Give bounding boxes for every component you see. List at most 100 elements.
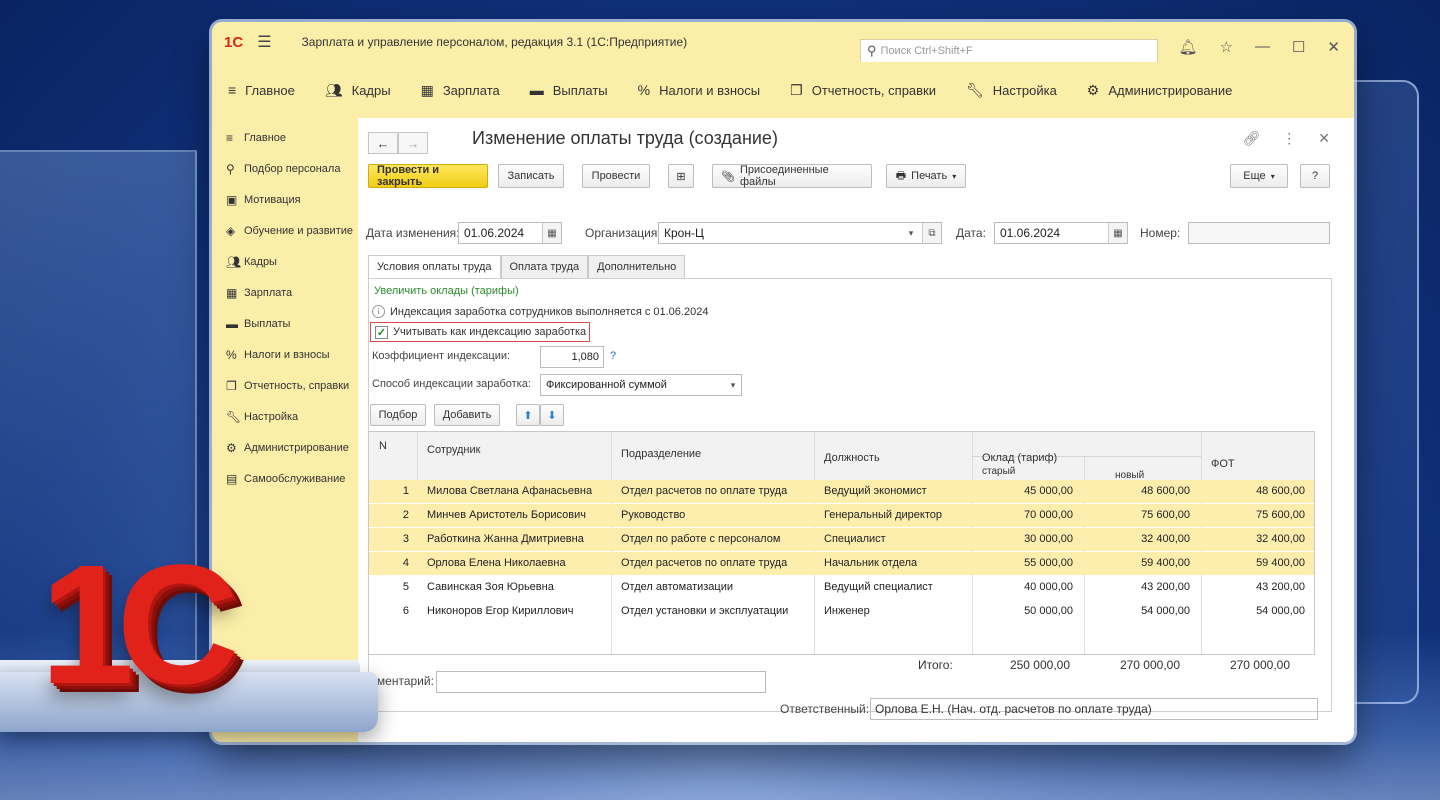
increase-salaries-link[interactable]: Увеличить оклады (тарифы) (374, 285, 519, 297)
main-menu-item-kadry[interactable]: 👥︎ Кадры (325, 82, 391, 99)
sidebar-item-nalogi[interactable]: % Налоги и взносы (212, 339, 358, 370)
chevron-down-icon[interactable]: ▾ (903, 223, 919, 243)
post-and-close-button[interactable]: Провести и закрыть (368, 164, 488, 188)
help-button[interactable]: ? (1300, 164, 1330, 188)
more-button[interactable]: Еще ▾ (1230, 164, 1288, 188)
total-old: 250 000,00 (1009, 658, 1070, 672)
coefficient-field[interactable]: 1,080 (540, 346, 604, 368)
main-menu-item-zarplata[interactable]: ▦ Зарплата (421, 82, 500, 99)
column-header-n[interactable]: N (379, 440, 387, 452)
comment-field[interactable] (436, 671, 766, 693)
sidebar-item-kadry[interactable]: 👥︎ Кадры (212, 246, 358, 277)
forward-button[interactable]: → (398, 132, 428, 154)
responsible-value: Орлова Е.Н. (Нач. отд. расчетов по оплат… (875, 702, 1152, 716)
move-down-button[interactable]: ⬇ (540, 404, 564, 426)
table-row[interactable]: 4 Орлова Елена Николаевна Отдел расчетов п… (369, 552, 1314, 575)
self-service-icon: ▤ (226, 471, 238, 486)
sidebar-item-zarplata[interactable]: ▦ Зарплата (212, 277, 358, 308)
cell-position: Специалист (824, 533, 886, 545)
minimize-icon[interactable]: — (1255, 38, 1270, 56)
table-row[interactable]: 5 Савинская Зоя Юрьевна Отдел автоматизаци… (369, 576, 1314, 599)
hamburger-icon[interactable]: ☰ (257, 32, 271, 52)
more-vertical-icon[interactable]: ⋮ (1282, 130, 1296, 147)
tab-payment[interactable]: Оплата труда (500, 255, 589, 278)
column-header-department[interactable]: Подразделение (621, 448, 701, 460)
back-button[interactable]: ← (368, 132, 398, 154)
main-menu-item-vyplaty[interactable]: ▬ Выплаты (530, 82, 608, 98)
close-form-icon[interactable]: ✕ (1318, 130, 1330, 147)
change-date-field[interactable]: 01.06.2024 ▦ (458, 222, 562, 244)
sidebar-item-nastroyka[interactable]: 🔧︎ Настройка (212, 401, 358, 432)
sidebar-item-obuchenie[interactable]: ◈ Обучение и развитие (212, 215, 358, 246)
organization-field[interactable]: Крон-Ц ▾ ⧉ (658, 222, 942, 244)
link-icon[interactable]: 🔗︎ (1242, 130, 1260, 147)
date-field[interactable]: 01.06.2024 ▦ (994, 222, 1128, 244)
column-header-employee[interactable]: Сотрудник (427, 444, 480, 456)
cell-fot: 75 600,00 (1256, 509, 1305, 521)
open-icon[interactable]: ⧉ (922, 223, 941, 243)
column-header-position[interactable]: Должность (824, 452, 880, 464)
window-controls: 🔔︎ ☆ — ☐ ✕ (1178, 38, 1340, 56)
number-field[interactable] (1188, 222, 1330, 244)
cell-old: 50 000,00 (1024, 605, 1073, 617)
close-icon[interactable]: ✕ (1327, 38, 1340, 56)
coefficient-help-icon[interactable]: ? (610, 350, 616, 362)
method-select[interactable]: Фиксированной суммой ▾ (540, 374, 742, 396)
calendar-icon[interactable]: ▦ (1108, 223, 1127, 243)
sidebar-item-label: Настройка (244, 410, 299, 423)
table-row[interactable]: 3 Работкина Жанна Дмитриевна Отдел по рабо… (369, 528, 1314, 551)
move-up-button[interactable]: ⬆ (516, 404, 540, 426)
print-button[interactable]: 🖶︎ Печать ▾ (886, 164, 966, 188)
save-button[interactable]: Записать (498, 164, 564, 188)
pick-button[interactable]: Подбор (370, 404, 426, 426)
column-header-salary[interactable]: Оклад (тариф) (982, 452, 1057, 464)
maximize-icon[interactable]: ☐ (1292, 38, 1305, 56)
main-menu-label: Выплаты (552, 82, 608, 98)
column-header-fot[interactable]: ФОТ (1211, 458, 1235, 470)
main-menu-item-nalogi[interactable]: % Налоги и взносы (638, 82, 761, 98)
tab-additional[interactable]: Дополнительно (588, 255, 686, 278)
column-header-old[interactable]: старый (982, 466, 1015, 477)
sidebar-item-vyplaty[interactable]: ▬ Выплаты (212, 308, 358, 339)
education-icon: ◈ (226, 223, 236, 238)
cell-new: 43 200,00 (1141, 581, 1190, 593)
post-button[interactable]: Провести (582, 164, 650, 188)
global-search-input[interactable]: ⚲ Поиск Ctrl+Shift+F (860, 39, 1158, 63)
attached-files-button[interactable]: 📎︎ Присоединенные файлы (712, 164, 872, 188)
checkbox-checked[interactable]: ✓ (375, 325, 388, 339)
arrow-left-icon: ← (376, 135, 390, 151)
responsible-field[interactable]: Орлова Е.Н. (Нач. отд. расчетов по оплат… (870, 698, 1318, 720)
table-row[interactable]: 2 Минчев Аристотель Борисович Руководство Г… (369, 504, 1314, 527)
main-menu-item-glavnoe[interactable]: ≡ Главное (228, 82, 295, 98)
sidebar-item-admin[interactable]: ⚙ Администрирование (212, 432, 358, 463)
bell-icon[interactable]: 🔔︎ (1178, 38, 1197, 56)
wallet-icon: ▬ (529, 82, 544, 98)
date-label: Дата: (956, 226, 986, 240)
table-row[interactable]: 1 Милова Светлана Афанасьевна Отдел расчет… (369, 480, 1314, 503)
cell-fot: 32 400,00 (1256, 533, 1305, 545)
add-button[interactable]: Добавить (434, 404, 500, 426)
sidebar-item-motivaciya[interactable]: ▣ Мотивация (212, 184, 358, 215)
cell-position: Ведущий специалист (824, 581, 933, 593)
star-icon[interactable]: ☆ (1220, 38, 1233, 56)
calendar-icon[interactable]: ▦ (542, 223, 561, 243)
sidebar-item-label: Администрирование (244, 441, 349, 454)
cell-old: 70 000,00 (1024, 509, 1073, 521)
main-menu-item-nastroyka[interactable]: 🔧︎ Настройка (966, 82, 1057, 99)
table-row[interactable]: 6 Никоноров Егор Кириллович Отдел установк… (369, 600, 1314, 623)
search-icon: ⚲ (867, 43, 877, 58)
sidebar-item-samoobsluzhivanie[interactable]: ▤ Самообслуживание (212, 463, 358, 494)
chevron-down-icon: ▾ (952, 171, 957, 181)
indexation-checkbox-row[interactable]: ✓ Учитывать как индексацию заработка (370, 322, 590, 342)
main-menu-item-admin[interactable]: ⚙ Администрирование (1087, 82, 1233, 99)
main-menu-label: Отчетность, справки (811, 82, 937, 98)
sidebar-item-glavnoe[interactable]: ≡ Главное (212, 122, 358, 153)
sidebar-item-otchetnost[interactable]: ❐ Отчетность, справки (212, 370, 358, 401)
reports-icon: ❐ (790, 81, 803, 98)
responsible-label: Ответственный: (780, 702, 870, 716)
main-menu-item-otchetnost[interactable]: ❐ Отчетность, справки (790, 82, 936, 99)
sidebar-item-podbor[interactable]: ⚲ Подбор персонала (212, 153, 358, 184)
hierarchy-icon: ⊞ (676, 170, 686, 183)
tab-conditions[interactable]: Условия оплаты труда (368, 255, 501, 278)
structure-button[interactable]: ⊞ (668, 164, 694, 188)
